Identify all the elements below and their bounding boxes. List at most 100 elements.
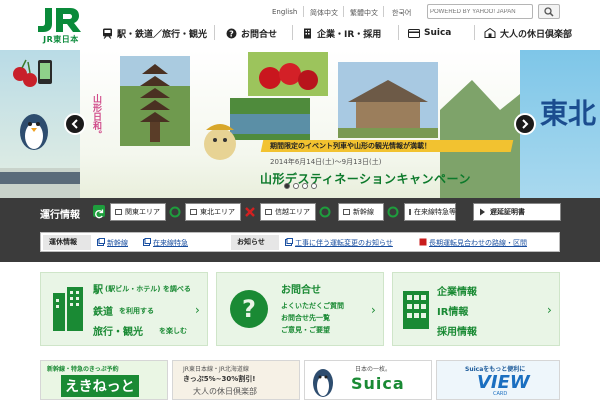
site-header: JR東日本 English 简体中文 繁體中文 한국어 駅・鉄道／旅行・観光 ?… bbox=[0, 0, 600, 50]
question-icon: ? bbox=[226, 28, 237, 38]
banner-suica[interactable]: 日本の一枚。 Suica bbox=[304, 360, 432, 400]
window-icon bbox=[409, 209, 411, 215]
svg-text:?: ? bbox=[229, 29, 234, 38]
jr-logo-mark bbox=[38, 8, 81, 32]
hero-catch-copy: 期間限定のイベント列車や山形の観光情報が満載！ bbox=[270, 142, 431, 150]
search-box bbox=[427, 4, 533, 19]
carousel-dot[interactable] bbox=[293, 183, 299, 189]
nav-contact[interactable]: ? お問合せ bbox=[226, 24, 277, 42]
nav-station-railway-travel[interactable]: 駅・鉄道／旅行・観光 bbox=[102, 24, 207, 42]
area-button[interactable]: 新幹線 bbox=[338, 203, 384, 221]
window-icon bbox=[285, 238, 293, 246]
tile-link: お問合せ先一覧 bbox=[281, 314, 330, 322]
hero-slide-yamagata[interactable]: 山形日和。 期間限定のイベント列車や山形の観光情報が満載！ 2014年6月14日… bbox=[80, 50, 520, 198]
area-button[interactable]: 在来線特急等 bbox=[404, 203, 456, 221]
nav-corporate-ir-recruit[interactable]: 企業・IR・採用 bbox=[302, 24, 381, 42]
tile-corporate-info[interactable]: 企業情報 IR情報 採用情報 › bbox=[392, 272, 560, 346]
nav-label: 企業・IR・採用 bbox=[317, 29, 382, 40]
carousel-dot[interactable] bbox=[302, 183, 308, 189]
building-icon bbox=[304, 28, 311, 38]
chevron-right-icon: › bbox=[371, 303, 376, 317]
carousel-next-button[interactable] bbox=[514, 113, 536, 135]
question-icon: ? bbox=[230, 290, 268, 328]
mascot-caption: 山形日和。 bbox=[91, 94, 101, 139]
nav-suica[interactable]: Suica bbox=[408, 24, 451, 42]
construction-notice-link[interactable]: 工事に伴う運転変更のお知らせ bbox=[295, 238, 393, 248]
carousel-dot[interactable] bbox=[311, 183, 317, 189]
window-icon bbox=[265, 209, 272, 215]
lang-traditional-chinese-link[interactable]: 繁體中文 bbox=[350, 8, 378, 18]
suspension-limited-express-link[interactable]: 在来線特急 bbox=[153, 238, 188, 248]
divider bbox=[214, 25, 215, 40]
tile-title: お問合せ bbox=[281, 285, 321, 296]
tile-station-railway-travel[interactable]: 駅 (駅ビル・ホテル) を調べる 鉄道 を利用する 旅行・観光 を楽しむ › bbox=[40, 272, 208, 346]
area-label: 信越エリア bbox=[275, 208, 310, 216]
office-building-icon bbox=[403, 291, 429, 329]
suspension-shinkansen-link[interactable]: 新幹線 bbox=[107, 238, 128, 248]
tile-line-small: を利用する bbox=[119, 307, 154, 315]
divider bbox=[398, 25, 399, 40]
chevron-right-icon bbox=[480, 208, 485, 216]
banner-otona-club[interactable]: JR東日本線・JR北海道線 きっぷ5%~30%割引! 大人の休日倶楽部 bbox=[172, 360, 300, 400]
divider bbox=[343, 6, 344, 17]
nav-label: 大人の休日倶楽部 bbox=[500, 29, 573, 40]
lang-korean-link[interactable]: 한국어 bbox=[392, 8, 411, 18]
carousel-pagination bbox=[284, 183, 317, 189]
banner-view-card[interactable]: Suicaをもっと便利に VIEW CARD bbox=[436, 360, 560, 400]
card-icon bbox=[408, 28, 420, 38]
logo-text: JR東日本 bbox=[43, 35, 79, 44]
operation-subinfo-row: 運休情報 新幹線 在来線特急 お知らせ 工事に伴う運転変更のお知らせ 長期運転見… bbox=[40, 232, 560, 252]
area-label: 東北エリア bbox=[200, 208, 235, 216]
refresh-icon bbox=[95, 209, 104, 219]
suspension-label: 運休情報 bbox=[43, 235, 91, 250]
banner-caption: JR東日本線・JR北海道線 bbox=[183, 366, 249, 373]
building-icon bbox=[53, 287, 83, 331]
divider bbox=[292, 25, 293, 40]
search-button[interactable] bbox=[538, 4, 560, 19]
window-icon bbox=[97, 238, 105, 246]
nav-otona-no-kyujitsu-club[interactable]: 大人の休日倶楽部 bbox=[484, 24, 572, 42]
area-label: 関東エリア bbox=[125, 208, 160, 216]
lang-simplified-chinese-link[interactable]: 简体中文 bbox=[310, 8, 338, 18]
tile-link: 企業情報 bbox=[437, 287, 477, 298]
chevron-right-icon: › bbox=[195, 303, 200, 317]
search-input[interactable] bbox=[430, 6, 530, 17]
tile-line-small: (駅ビル・ホテル) を調べる bbox=[105, 285, 191, 293]
window-icon bbox=[143, 238, 151, 246]
chevron-left-icon bbox=[71, 119, 78, 129]
banner-title: VIEW bbox=[477, 372, 530, 393]
banner-eki-net[interactable]: 新幹線・特急のきっぷ予約 えきねっと bbox=[40, 360, 168, 400]
carousel-dot[interactable] bbox=[284, 183, 290, 189]
nav-label: Suica bbox=[424, 28, 452, 38]
nav-label: お問合せ bbox=[241, 29, 278, 40]
pdf-icon bbox=[419, 238, 427, 246]
area-label: 在来線特急等 bbox=[414, 208, 456, 216]
carousel-prev-button[interactable] bbox=[64, 113, 86, 135]
next-slide-text: 東北 bbox=[540, 97, 597, 130]
club-icon bbox=[484, 28, 496, 38]
lang-english-link[interactable]: English bbox=[272, 8, 297, 16]
jr-east-logo[interactable]: JR東日本 bbox=[36, 7, 86, 45]
divider bbox=[303, 6, 304, 17]
tile-contact[interactable]: ? お問合せ よくいただくご質問 お問合せ先一覧 ご意見・ご要望 › bbox=[216, 272, 384, 346]
delay-certificate-label: 遅延証明書 bbox=[490, 208, 525, 216]
chevron-right-icon: › bbox=[547, 303, 552, 317]
area-button[interactable]: 信越エリア bbox=[260, 203, 316, 221]
svg-text:?: ? bbox=[242, 295, 256, 323]
long-suspension-link[interactable]: 長期運転見合わせの路線・区間 bbox=[429, 238, 527, 248]
search-icon bbox=[544, 7, 554, 17]
area-button[interactable]: 関東エリア bbox=[110, 203, 166, 221]
operation-info-bar: 運行情報 関東エリア 東北エリア 信越エリア 新幹線 在来線特急等 遅延証明書 運休情報… bbox=[0, 198, 600, 262]
delay-certificate-button[interactable]: 遅延証明書 bbox=[473, 203, 561, 221]
operation-info-title: 運行情報 bbox=[40, 210, 80, 221]
area-button[interactable]: 東北エリア bbox=[185, 203, 241, 221]
banner-subtitle: CARD bbox=[493, 391, 508, 397]
refresh-button[interactable] bbox=[93, 205, 105, 219]
tile-link: IR情報 bbox=[437, 307, 469, 318]
tile-link: 採用情報 bbox=[437, 327, 477, 338]
normal-circle-icon bbox=[319, 206, 331, 218]
normal-circle-icon bbox=[387, 206, 399, 218]
tile-line: 旅行・観光 bbox=[93, 327, 143, 338]
area-label: 新幹線 bbox=[353, 208, 374, 216]
hero-carousel: 山形日和。 期間限定のイベント列車や山形の観光情報が満載！ 2014年6月14日… bbox=[0, 50, 600, 198]
